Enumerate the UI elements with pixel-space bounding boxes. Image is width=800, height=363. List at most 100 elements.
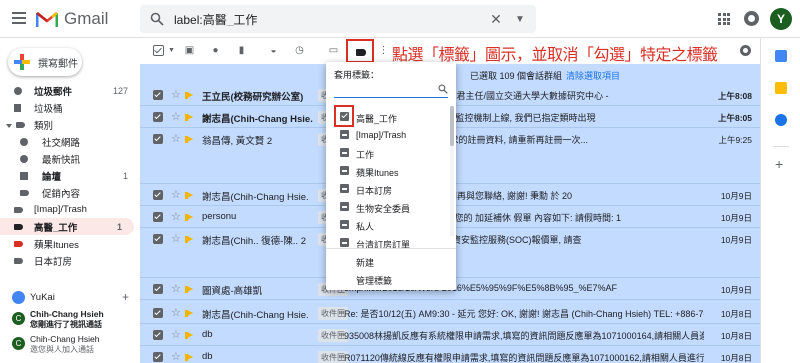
label-menu-item[interactable]: 蘋果Itunes bbox=[326, 162, 450, 180]
sidebar-item-social[interactable]: 社交網路 bbox=[0, 133, 140, 150]
sidebar-item-promotions[interactable]: 促銷內容 bbox=[0, 184, 140, 201]
search-icon[interactable] bbox=[150, 12, 164, 26]
hangouts-user[interactable]: YuKai + bbox=[0, 288, 140, 306]
star-icon[interactable]: ☆ bbox=[171, 188, 181, 201]
row-checkbox[interactable] bbox=[153, 212, 163, 222]
label-checkbox[interactable] bbox=[340, 166, 349, 175]
settings-gear-icon[interactable] bbox=[740, 45, 751, 56]
important-marker-icon[interactable] bbox=[185, 191, 193, 199]
sidebar-item-categories[interactable]: 類別 bbox=[0, 116, 140, 133]
star-icon[interactable]: ☆ bbox=[171, 110, 181, 123]
label-menu-item[interactable]: 台清訂房訂單 bbox=[326, 234, 450, 252]
important-marker-icon[interactable] bbox=[185, 331, 193, 339]
label-menu-item[interactable]: 私人 bbox=[326, 216, 450, 234]
sidebar: 撰寫郵件 垃圾郵件 127 垃圾桶 類別 社交網路 最新快訊 論壇 1 促銷內容… bbox=[0, 38, 140, 363]
clear-selection-link[interactable]: 清除選取項目 bbox=[566, 71, 620, 81]
important-marker-icon[interactable] bbox=[185, 353, 193, 361]
label-checkbox[interactable] bbox=[340, 220, 349, 229]
row-checkbox[interactable] bbox=[153, 284, 163, 294]
labels-button[interactable] bbox=[346, 39, 374, 63]
star-icon[interactable]: ☆ bbox=[171, 132, 181, 145]
label-menu-scrollbar[interactable] bbox=[450, 106, 454, 236]
contact-item[interactable]: C Chih-Chang Hsieh 您剛進行了視訊通話 bbox=[0, 309, 140, 331]
scrollbar-thumb[interactable] bbox=[450, 106, 454, 146]
sidebar-item-trash[interactable]: 垃圾桶 bbox=[0, 99, 140, 116]
row-checkbox[interactable] bbox=[153, 330, 163, 340]
keep-icon[interactable] bbox=[775, 82, 787, 94]
account-avatar[interactable]: Y bbox=[770, 8, 792, 30]
label-checkbox[interactable] bbox=[340, 202, 349, 211]
select-all-checkbox[interactable] bbox=[153, 45, 164, 56]
row-checkbox[interactable] bbox=[153, 90, 163, 100]
label-checkbox[interactable] bbox=[340, 130, 349, 139]
label-menu-item[interactable]: 生物安全委員 bbox=[326, 198, 450, 216]
important-marker-icon[interactable] bbox=[185, 213, 193, 221]
important-marker-icon[interactable] bbox=[185, 113, 193, 121]
email-row[interactable]: ☆ db 收件匣 R071120傳統線反應有權限申請需求,填寫的資訊問題反應單為107… bbox=[140, 346, 760, 363]
star-icon[interactable]: ☆ bbox=[171, 328, 181, 341]
label-menu-item[interactable]: [Imap]/Trash bbox=[326, 126, 450, 144]
important-marker-icon[interactable] bbox=[185, 91, 193, 99]
more-options-icon[interactable]: ⋮ bbox=[378, 45, 389, 56]
row-checkbox[interactable] bbox=[153, 134, 163, 144]
label-checkbox[interactable] bbox=[340, 238, 349, 247]
select-dropdown-icon[interactable]: ▼ bbox=[166, 45, 177, 56]
sidebar-item-forums[interactable]: 論壇 1 bbox=[0, 167, 140, 184]
star-icon[interactable]: ☆ bbox=[171, 306, 181, 319]
important-marker-icon[interactable] bbox=[185, 135, 193, 143]
label-name: 台清訂房訂單 bbox=[356, 240, 411, 250]
email-row[interactable]: ☆ db 收件匣 935008林揚凱反應有系統權限申請需求,填寫的資訊問題反應單為10… bbox=[140, 324, 760, 346]
row-checkbox[interactable] bbox=[153, 234, 163, 244]
label-menu-item[interactable]: 高醫_工作 bbox=[326, 105, 450, 127]
clear-search-icon[interactable]: ✕ bbox=[488, 11, 504, 28]
important-marker-icon[interactable] bbox=[185, 235, 193, 243]
delete-icon[interactable]: ▮ bbox=[236, 45, 247, 56]
row-checkbox[interactable] bbox=[153, 308, 163, 318]
gmail-logo[interactable]: Gmail bbox=[36, 9, 108, 29]
email-row[interactable]: ☆ 謝志昌(Chih-Chang Hsie. 收件匣 Re: 是否10/12(五) A… bbox=[140, 302, 760, 324]
star-icon[interactable]: ☆ bbox=[171, 210, 181, 223]
label-menu-item[interactable]: 工作 bbox=[326, 144, 450, 162]
sidebar-item-updates[interactable]: 最新快訊 bbox=[0, 150, 140, 167]
archive-icon[interactable]: ▣ bbox=[184, 45, 195, 56]
report-spam-icon[interactable]: ● bbox=[210, 45, 221, 56]
apps-grid-icon[interactable] bbox=[718, 13, 730, 25]
row-checkbox[interactable] bbox=[153, 112, 163, 122]
important-marker-icon[interactable] bbox=[185, 285, 193, 293]
star-icon[interactable]: ☆ bbox=[171, 232, 181, 245]
add-addon-icon[interactable]: + bbox=[775, 156, 783, 172]
label-search-input[interactable] bbox=[334, 82, 448, 98]
add-chat-icon[interactable]: + bbox=[122, 290, 129, 304]
sidebar-item-spam[interactable]: 垃圾郵件 127 bbox=[0, 82, 140, 99]
row-checkbox[interactable] bbox=[153, 190, 163, 200]
label-checkbox[interactable] bbox=[340, 184, 349, 193]
snooze-icon[interactable]: ◷ bbox=[294, 45, 305, 56]
contact-item[interactable]: C Chih-Chang Hsieh 邀您與人加入通話 bbox=[0, 334, 140, 356]
calendar-icon[interactable] bbox=[775, 50, 787, 62]
search-options-icon[interactable]: ▼ bbox=[512, 14, 528, 25]
notifications-icon[interactable] bbox=[744, 11, 759, 26]
search-bar[interactable]: ✕ ▼ bbox=[140, 5, 536, 33]
sidebar-item-itunes[interactable]: 蘋果Itunes bbox=[0, 235, 140, 252]
compose-button[interactable]: 撰寫郵件 bbox=[8, 48, 82, 76]
mark-read-icon[interactable]: ◒ bbox=[268, 45, 279, 56]
create-label-action[interactable]: 新建 bbox=[356, 256, 374, 269]
star-icon[interactable]: ☆ bbox=[171, 88, 181, 101]
main-menu-icon[interactable] bbox=[12, 12, 26, 24]
sidebar-item-japan-booking[interactable]: 日本訂房 bbox=[0, 252, 140, 269]
label-menu-item[interactable]: 日本訂房 bbox=[326, 180, 450, 198]
sidebar-item-kmu-work[interactable]: 高醫_工作 1 bbox=[0, 218, 134, 235]
sidebar-item-label: 社交網路 bbox=[42, 137, 81, 149]
label-checkbox[interactable] bbox=[340, 148, 349, 157]
row-checkbox[interactable] bbox=[153, 352, 163, 362]
tasks-icon[interactable] bbox=[775, 114, 787, 126]
star-icon[interactable]: ☆ bbox=[171, 350, 181, 363]
sidebar-item-imap-trash[interactable]: [Imap]/Trash bbox=[0, 201, 140, 218]
email-date: 上午9:25 bbox=[718, 135, 752, 145]
search-input[interactable] bbox=[174, 12, 488, 26]
manage-labels-action[interactable]: 管理標籤 bbox=[356, 274, 392, 287]
star-icon[interactable]: ☆ bbox=[171, 282, 181, 295]
avatar: C bbox=[12, 337, 25, 350]
move-to-icon[interactable]: ▭ bbox=[328, 45, 339, 56]
important-marker-icon[interactable] bbox=[185, 309, 193, 317]
